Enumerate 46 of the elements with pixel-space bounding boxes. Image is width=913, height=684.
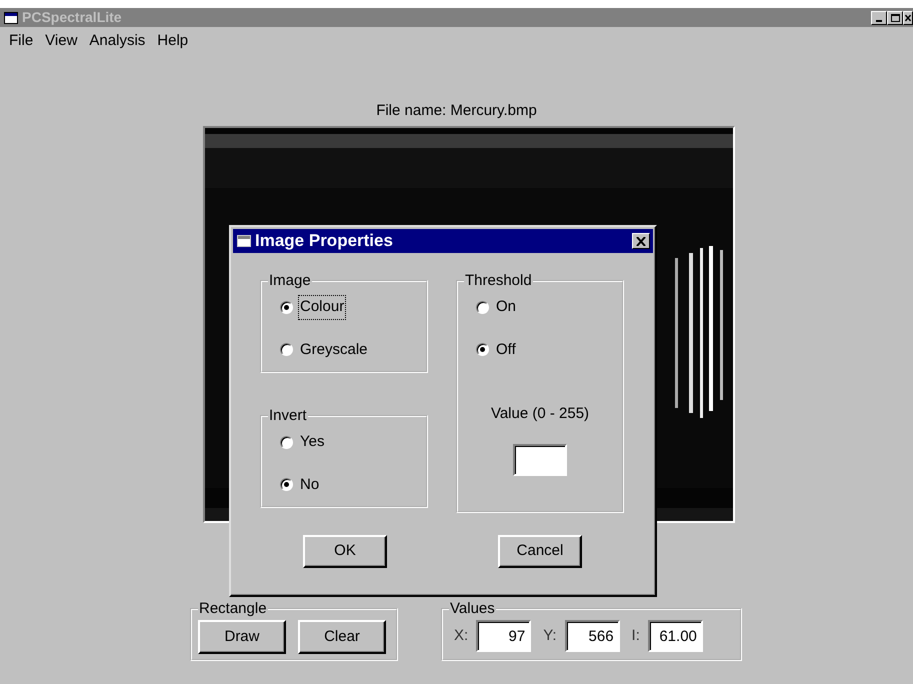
- menu-item[interactable]: File: [6, 29, 42, 54]
- radio-button[interactable]: [280, 300, 293, 314]
- input-field[interactable]: [513, 444, 567, 476]
- group-title: Values: [449, 601, 496, 616]
- file-name-label: File name: Mercury.bmp: [375, 100, 538, 120]
- option-label[interactable]: Yes: [299, 431, 326, 454]
- group-title: Rectangle: [198, 601, 268, 616]
- close-icon: [636, 236, 646, 246]
- input-field[interactable]: 97: [476, 620, 532, 652]
- push-button[interactable]: Clear: [298, 620, 386, 654]
- menu-item[interactable]: View: [42, 29, 86, 54]
- push-button[interactable]: Draw: [198, 620, 286, 654]
- input-field[interactable]: 61.00: [648, 620, 703, 652]
- window-title: PCSpectralLite: [22, 8, 122, 27]
- minimize-button[interactable]: [871, 10, 887, 24]
- group-title: Invert: [268, 408, 308, 423]
- push-button[interactable]: Cancel: [498, 535, 582, 568]
- option-label[interactable]: Colour: [299, 296, 346, 318]
- radio-button[interactable]: [476, 343, 489, 356]
- field-label: X:: [454, 626, 468, 646]
- radio-button[interactable]: [280, 343, 293, 356]
- menu-item[interactable]: Help: [154, 29, 198, 54]
- radio-button[interactable]: [476, 300, 489, 314]
- app-icon: [4, 12, 18, 24]
- field-label: Value (0 - 255): [490, 404, 590, 424]
- maximize-icon: [890, 12, 900, 22]
- field-label: I:: [632, 626, 640, 646]
- radio-button[interactable]: [280, 478, 293, 492]
- input-field[interactable]: 566: [564, 620, 620, 652]
- dialog-title: Image Properties: [255, 230, 393, 252]
- group-title: Threshold: [464, 273, 533, 288]
- push-button[interactable]: OK: [303, 535, 387, 568]
- close-button[interactable]: [632, 233, 650, 249]
- option-label[interactable]: Greyscale: [299, 338, 369, 361]
- close-button[interactable]: [903, 10, 913, 24]
- option-label[interactable]: On: [495, 296, 518, 318]
- radio-button[interactable]: [280, 436, 293, 449]
- close-icon: [904, 12, 912, 22]
- minimize-icon: [876, 20, 882, 22]
- field-label: Y:: [543, 626, 557, 646]
- option-label[interactable]: No: [299, 474, 320, 496]
- option-label[interactable]: Off: [495, 338, 517, 361]
- dialog-icon: [237, 235, 251, 247]
- group-title: Image: [268, 273, 312, 288]
- menu-item[interactable]: Analysis: [86, 29, 154, 54]
- maximize-button[interactable]: [887, 10, 903, 24]
